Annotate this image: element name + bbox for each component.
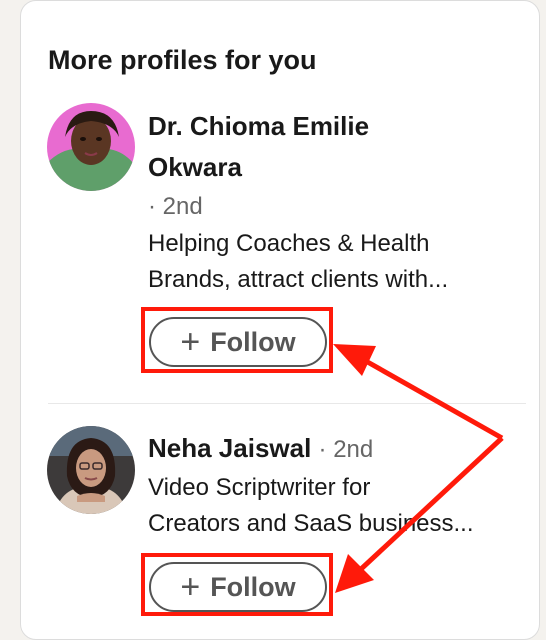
annotation-arrows: [333, 344, 504, 593]
